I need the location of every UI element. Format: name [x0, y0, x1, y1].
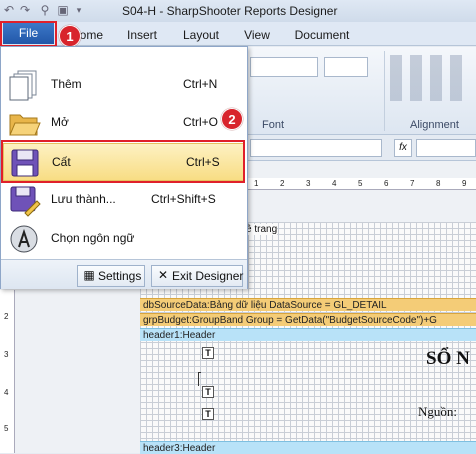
page-header-label: ê trang — [246, 224, 278, 235]
menu-item-new[interactable]: Thêm Ctrl+N — [3, 66, 245, 104]
menu-item-label: Mở — [51, 115, 69, 129]
textbox-icon[interactable]: T — [202, 347, 214, 359]
band-source-data[interactable]: dbSourceData:Bảng dữ liệu DataSource = G… — [140, 298, 476, 311]
close-icon: ✕ — [157, 268, 169, 282]
formula-input[interactable] — [416, 139, 476, 157]
font-size-combo[interactable] — [324, 57, 368, 77]
print-preview-icon[interactable]: ⚲ — [38, 3, 52, 17]
settings-label: Settings — [98, 269, 142, 283]
selection-marker — [198, 372, 201, 386]
save-as-icon — [10, 186, 41, 217]
ruler-left-number: 4 — [4, 388, 9, 397]
menu-item-shortcut: Ctrl+O — [183, 115, 219, 129]
ruler-top-number: 7 — [410, 179, 415, 188]
new-document-icon — [9, 70, 37, 101]
font-name-combo[interactable] — [250, 57, 318, 77]
menu-item-label: Chọn ngôn ngữ — [51, 231, 135, 245]
ruler-left-number: 2 — [4, 312, 9, 321]
save-icon[interactable]: ▣ — [56, 3, 70, 17]
band-header3[interactable]: header3:Header — [140, 441, 476, 454]
menu-item-label: Lưu thành... — [51, 192, 116, 206]
ruler-left: 2 3 4 5 — [0, 290, 15, 453]
font-group-label: Font — [262, 119, 285, 131]
dropdown-icon[interactable]: ▾ — [72, 3, 86, 17]
textbox-icon[interactable]: T — [202, 408, 214, 420]
menu-item-label: Thêm — [51, 77, 82, 91]
report-source-label: Nguồn: — [418, 404, 457, 419]
align-buttons[interactable] — [390, 55, 470, 101]
menu-item-shortcut: Ctrl+N — [183, 77, 218, 91]
fx-icon[interactable]: fx — [394, 139, 412, 157]
file-tab-highlight — [0, 21, 57, 47]
file-menu-footer: ▦ Settings ✕ Exit Designer — [1, 259, 247, 289]
ruler-top-number: 3 — [306, 179, 311, 188]
ruler-left-number: 3 — [4, 350, 9, 359]
ruler-top-number: 6 — [384, 179, 389, 188]
window-title: S04-H - SharpShooter Reports Designer — [122, 4, 338, 18]
redo-icon[interactable]: ↷ — [18, 3, 32, 17]
ruler-top-number: 2 — [280, 179, 285, 188]
exit-label: Exit Designer — [172, 269, 244, 283]
alignment-group-label: Alignment — [410, 119, 459, 131]
menu-item-open[interactable]: Mở Ctrl+O — [3, 104, 245, 142]
band-group-budget[interactable]: grpBudget:GroupBand Group = GetData("Bud… — [140, 313, 476, 326]
ruler-top-number: 5 — [358, 179, 363, 188]
step-badge-1: 1 — [59, 25, 81, 47]
ruler-top-number: 8 — [436, 179, 441, 188]
settings-button[interactable]: ▦ Settings — [77, 265, 145, 287]
step-badge-2: 2 — [221, 108, 243, 130]
menu-item-language[interactable]: Chọn ngôn ngữ — [3, 220, 245, 258]
report-title: SỔ N — [426, 348, 470, 369]
ruler-left-number: 5 — [4, 424, 9, 433]
language-globe-icon — [10, 225, 38, 253]
tab-layout[interactable]: Layout — [174, 25, 228, 45]
band-header1[interactable]: header1:Header — [140, 328, 476, 341]
ruler-top-number: 1 — [254, 179, 259, 188]
title-bar: ↶ ↷ ⚲ ▣ ▾ S04-H - SharpShooter Reports D… — [0, 0, 476, 22]
save-item-highlight — [1, 140, 245, 183]
exit-designer-button[interactable]: ✕ Exit Designer — [151, 265, 243, 287]
ruler-top: 1 2 3 4 5 6 7 8 9 — [240, 178, 476, 190]
tab-document[interactable]: Document — [286, 25, 358, 45]
ruler-top-number: 4 — [332, 179, 337, 188]
ruler-top-number: 9 — [462, 179, 467, 188]
undo-icon[interactable]: ↶ — [2, 3, 16, 17]
menu-item-shortcut: Ctrl+Shift+S — [151, 192, 216, 206]
menu-item-save-as[interactable]: Lưu thành... Ctrl+Shift+S — [3, 181, 245, 219]
textbox-icon[interactable]: T — [202, 386, 214, 398]
formula-name-box[interactable] — [250, 139, 382, 157]
ribbon-separator — [384, 51, 385, 131]
settings-icon: ▦ — [83, 268, 95, 282]
tab-insert[interactable]: Insert — [118, 25, 166, 45]
open-folder-icon — [9, 114, 41, 136]
tab-view[interactable]: View — [236, 25, 278, 45]
